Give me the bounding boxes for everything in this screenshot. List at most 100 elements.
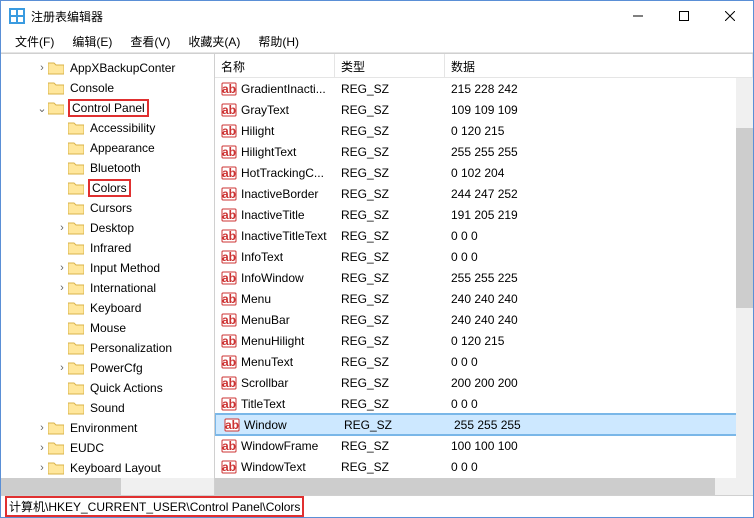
chevron-right-icon[interactable]: ›: [56, 222, 68, 234]
tree-label[interactable]: PowerCfg: [88, 361, 145, 375]
value-row[interactable]: abInactiveTitleREG_SZ191 205 219: [215, 204, 753, 225]
tree-label[interactable]: Console: [68, 81, 116, 95]
value-row[interactable]: abHilightREG_SZ0 120 215: [215, 120, 753, 141]
chevron-right-icon[interactable]: ›: [36, 422, 48, 434]
folder-icon: [68, 181, 84, 195]
value-row[interactable]: abMenuBarREG_SZ240 240 240: [215, 309, 753, 330]
tree-item[interactable]: Sound: [1, 398, 214, 418]
tree-label[interactable]: Keyboard Layout: [68, 461, 163, 475]
chevron-right-icon[interactable]: ›: [36, 462, 48, 474]
tree-label[interactable]: Infrared: [88, 241, 133, 255]
tree-label[interactable]: Personalization: [88, 341, 174, 355]
value-row[interactable]: abGrayTextREG_SZ109 109 109: [215, 99, 753, 120]
col-name[interactable]: 名称: [215, 54, 335, 77]
scrollbar-thumb[interactable]: [736, 128, 753, 308]
tree-label[interactable]: Cursors: [88, 201, 134, 215]
folder-icon: [68, 301, 84, 315]
scrollbar-thumb[interactable]: [1, 478, 121, 495]
tree-item[interactable]: ⌄ Control Panel: [1, 98, 214, 118]
value-row[interactable]: abInfoWindowREG_SZ255 255 225: [215, 267, 753, 288]
tree-item[interactable]: Mouse: [1, 318, 214, 338]
tree-label[interactable]: International: [88, 281, 158, 295]
tree-label[interactable]: Desktop: [88, 221, 136, 235]
tree-item[interactable]: Keyboard: [1, 298, 214, 318]
value-row[interactable]: abHilightTextREG_SZ255 255 255: [215, 141, 753, 162]
tree-label[interactable]: Appearance: [88, 141, 157, 155]
tree-item[interactable]: › AppXBackupConter: [1, 58, 214, 78]
cell-type: REG_SZ: [335, 103, 445, 117]
col-data[interactable]: 数据: [445, 54, 753, 77]
tree-item[interactable]: Personalization: [1, 338, 214, 358]
tree-label[interactable]: Control Panel: [68, 99, 149, 117]
scrollbar-thumb[interactable]: [215, 478, 715, 495]
tree-item[interactable]: Colors: [1, 178, 214, 198]
cell-name: abWindow: [218, 417, 338, 433]
chevron-right-icon[interactable]: ›: [56, 282, 68, 294]
value-row[interactable]: abWindowREG_SZ255 255 255: [215, 414, 753, 435]
chevron-down-icon[interactable]: ⌄: [36, 102, 48, 115]
cell-data: 0 0 0: [445, 250, 753, 264]
folder-icon: [68, 361, 84, 375]
tree-label[interactable]: Colors: [88, 179, 131, 197]
value-row[interactable]: abScrollbarREG_SZ200 200 200: [215, 372, 753, 393]
tree-item[interactable]: Appearance: [1, 138, 214, 158]
cell-type: REG_SZ: [335, 250, 445, 264]
details-pane[interactable]: 名称 类型 数据 abGradientInacti...REG_SZ215 22…: [215, 54, 753, 495]
value-row[interactable]: abWindowFrameREG_SZ100 100 100: [215, 435, 753, 456]
menu-file[interactable]: 文件(F): [7, 31, 62, 52]
chevron-right-icon[interactable]: ›: [56, 362, 68, 374]
value-row[interactable]: abTitleTextREG_SZ0 0 0: [215, 393, 753, 414]
tree-label[interactable]: Environment: [68, 421, 139, 435]
minimize-button[interactable]: [615, 1, 661, 31]
value-row[interactable]: abInactiveBorderREG_SZ244 247 252: [215, 183, 753, 204]
tree-item[interactable]: › International: [1, 278, 214, 298]
tree-label[interactable]: Input Method: [88, 261, 162, 275]
menu-favorites[interactable]: 收藏夹(A): [180, 31, 248, 52]
value-row[interactable]: abInfoTextREG_SZ0 0 0: [215, 246, 753, 267]
tree-item[interactable]: Infrared: [1, 238, 214, 258]
tree-label[interactable]: Mouse: [88, 321, 128, 335]
horizontal-scrollbar-tree[interactable]: [1, 478, 214, 495]
tree-item[interactable]: › Keyboard Layout: [1, 458, 214, 478]
cell-data: 100 100 100: [445, 439, 753, 453]
value-row[interactable]: abWindowTextREG_SZ0 0 0: [215, 456, 753, 477]
tree-label[interactable]: AppXBackupConter: [68, 61, 177, 75]
close-button[interactable]: [707, 1, 753, 31]
tree-label[interactable]: Accessibility: [88, 121, 157, 135]
menu-edit[interactable]: 编辑(E): [64, 31, 120, 52]
col-type[interactable]: 类型: [335, 54, 445, 77]
titlebar[interactable]: 注册表编辑器: [1, 1, 753, 31]
value-row[interactable]: abInactiveTitleTextREG_SZ0 0 0: [215, 225, 753, 246]
tree-label[interactable]: Keyboard: [88, 301, 143, 315]
tree-item[interactable]: Accessibility: [1, 118, 214, 138]
horizontal-scrollbar-details[interactable]: [215, 478, 753, 495]
tree-item[interactable]: Cursors: [1, 198, 214, 218]
tree-label[interactable]: EUDC: [68, 441, 106, 455]
value-row[interactable]: abMenuTextREG_SZ0 0 0: [215, 351, 753, 372]
tree-label[interactable]: Bluetooth: [88, 161, 143, 175]
menu-view[interactable]: 查看(V): [122, 31, 178, 52]
vertical-scrollbar[interactable]: [736, 78, 753, 478]
tree-item[interactable]: › PowerCfg: [1, 358, 214, 378]
tree-item[interactable]: › Desktop: [1, 218, 214, 238]
chevron-right-icon[interactable]: ›: [36, 442, 48, 454]
tree-pane[interactable]: › AppXBackupConter Console ⌄ Control Panel Ac…: [1, 54, 215, 495]
menu-help[interactable]: 帮助(H): [250, 31, 307, 52]
value-row[interactable]: abGradientInacti...REG_SZ215 228 242: [215, 78, 753, 99]
chevron-right-icon[interactable]: ›: [36, 62, 48, 74]
value-row[interactable]: abHotTrackingC...REG_SZ0 102 204: [215, 162, 753, 183]
cell-type: REG_SZ: [335, 229, 445, 243]
maximize-button[interactable]: [661, 1, 707, 31]
tree-item[interactable]: Console: [1, 78, 214, 98]
tree-item[interactable]: Quick Actions: [1, 378, 214, 398]
tree-label[interactable]: Sound: [88, 401, 127, 415]
tree-item[interactable]: › EUDC: [1, 438, 214, 458]
chevron-right-icon[interactable]: ›: [56, 262, 68, 274]
tree-item[interactable]: › Environment: [1, 418, 214, 438]
tree-item[interactable]: › Input Method: [1, 258, 214, 278]
value-row[interactable]: abMenuHilightREG_SZ0 120 215: [215, 330, 753, 351]
svg-text:ab: ab: [222, 397, 236, 411]
tree-label[interactable]: Quick Actions: [88, 381, 165, 395]
value-row[interactable]: abMenuREG_SZ240 240 240: [215, 288, 753, 309]
tree-item[interactable]: Bluetooth: [1, 158, 214, 178]
